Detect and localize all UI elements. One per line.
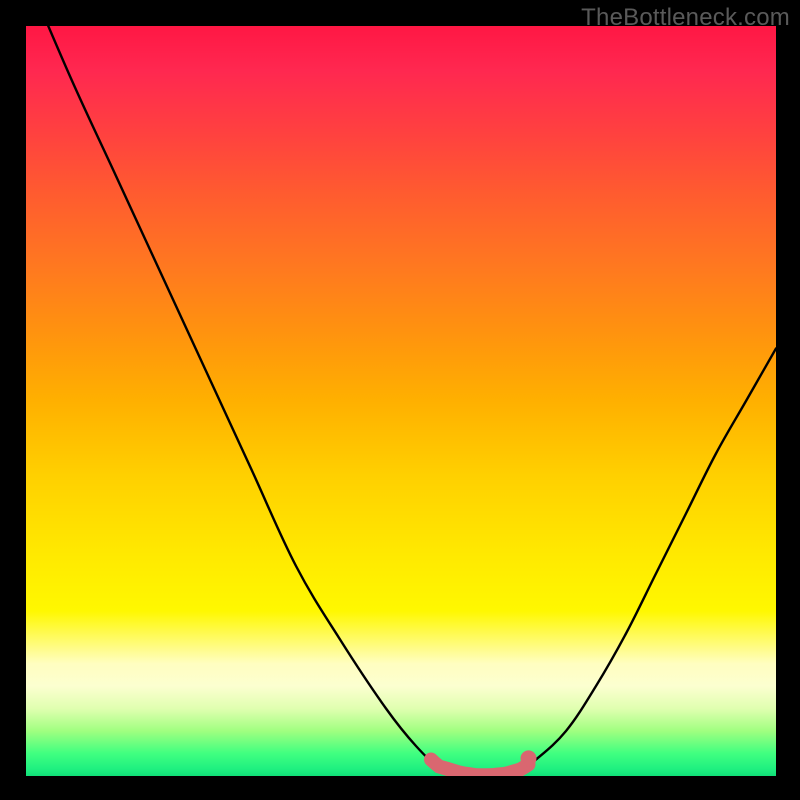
plot-area: [26, 26, 776, 776]
bottleneck-curve: [26, 26, 776, 776]
optimal-region-highlight: [431, 760, 529, 776]
highlight-end-marker: [521, 750, 537, 766]
curve-svg: [26, 26, 776, 776]
chart-container: TheBottleneck.com: [0, 0, 800, 800]
